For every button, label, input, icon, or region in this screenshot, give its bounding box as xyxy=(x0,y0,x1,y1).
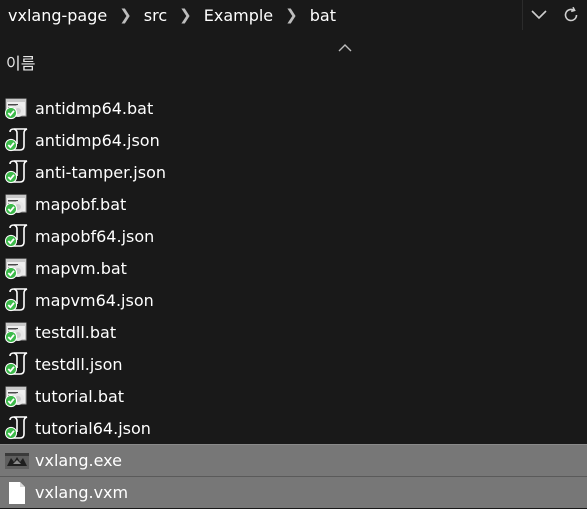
json-file-icon xyxy=(4,224,29,248)
refresh-icon[interactable] xyxy=(560,4,582,26)
list-item[interactable]: mapobf.bat xyxy=(0,188,587,220)
batch-file-icon xyxy=(4,320,29,344)
breadcrumb-item-vxlang-page[interactable]: vxlang-page xyxy=(8,6,107,25)
file-name: testdll.bat xyxy=(35,322,117,342)
batch-file-icon xyxy=(4,96,29,120)
chevron-down-icon[interactable] xyxy=(528,4,550,26)
list-item[interactable]: vxlang.vxm xyxy=(0,476,587,508)
list-item[interactable]: mapobf64.json xyxy=(0,220,587,252)
chevron-right-icon[interactable]: ❯ xyxy=(179,6,192,24)
batch-file-icon xyxy=(4,384,29,408)
breadcrumb[interactable]: vxlang-page ❯ src ❯ Example ❯ bat xyxy=(0,0,523,30)
file-name: mapvm64.json xyxy=(35,290,154,310)
file-name: antidmp64.bat xyxy=(35,98,154,118)
file-name: antidmp64.json xyxy=(35,130,160,150)
list-item[interactable]: testdll.bat xyxy=(0,316,587,348)
batch-file-icon xyxy=(4,192,29,216)
file-name: anti-tamper.json xyxy=(35,162,167,182)
breadcrumb-item-example[interactable]: Example xyxy=(204,6,273,25)
json-file-icon xyxy=(4,160,29,184)
list-item[interactable]: antidmp64.json xyxy=(0,124,587,156)
file-name: mapobf64.json xyxy=(35,226,155,246)
list-item[interactable]: mapvm.bat xyxy=(0,252,587,284)
json-file-icon xyxy=(4,288,29,312)
list-item[interactable]: testdll.json xyxy=(0,348,587,380)
breadcrumb-item-src[interactable]: src xyxy=(144,6,167,25)
address-bar[interactable]: vxlang-page ❯ src ❯ Example ❯ bat xyxy=(0,0,587,30)
list-item[interactable]: mapvm64.json xyxy=(0,284,587,316)
file-name: mapobf.bat xyxy=(35,194,127,214)
file-name: vxlang.exe xyxy=(35,451,122,470)
list-item[interactable]: tutorial64.json xyxy=(0,412,587,444)
file-list: antidmp64.bat antidmp64.json anti-tamper… xyxy=(0,92,587,508)
file-name: vxlang.vxm xyxy=(35,483,129,502)
column-name-header[interactable]: 이름 xyxy=(6,50,35,74)
list-item[interactable]: antidmp64.bat xyxy=(0,92,587,124)
address-controls xyxy=(523,0,587,30)
exe-file-icon xyxy=(5,449,29,473)
column-header: 이름 xyxy=(0,36,587,76)
file-name: tutorial64.json xyxy=(35,418,151,438)
list-item[interactable]: vxlang.exe xyxy=(0,444,587,476)
batch-file-icon xyxy=(4,256,29,280)
chevron-right-icon[interactable]: ❯ xyxy=(119,6,132,24)
json-file-icon xyxy=(4,128,29,152)
json-file-icon xyxy=(4,416,29,440)
file-name: testdll.json xyxy=(35,354,123,374)
file-name: tutorial.bat xyxy=(35,386,125,406)
list-item[interactable]: anti-tamper.json xyxy=(0,156,587,188)
sort-ascending-icon xyxy=(338,38,352,52)
json-file-icon xyxy=(4,352,29,376)
file-name: mapvm.bat xyxy=(35,258,127,278)
list-item[interactable]: tutorial.bat xyxy=(0,380,587,412)
blank-file-icon xyxy=(5,481,29,505)
chevron-right-icon[interactable]: ❯ xyxy=(285,6,298,24)
breadcrumb-item-bat[interactable]: bat xyxy=(310,6,336,25)
